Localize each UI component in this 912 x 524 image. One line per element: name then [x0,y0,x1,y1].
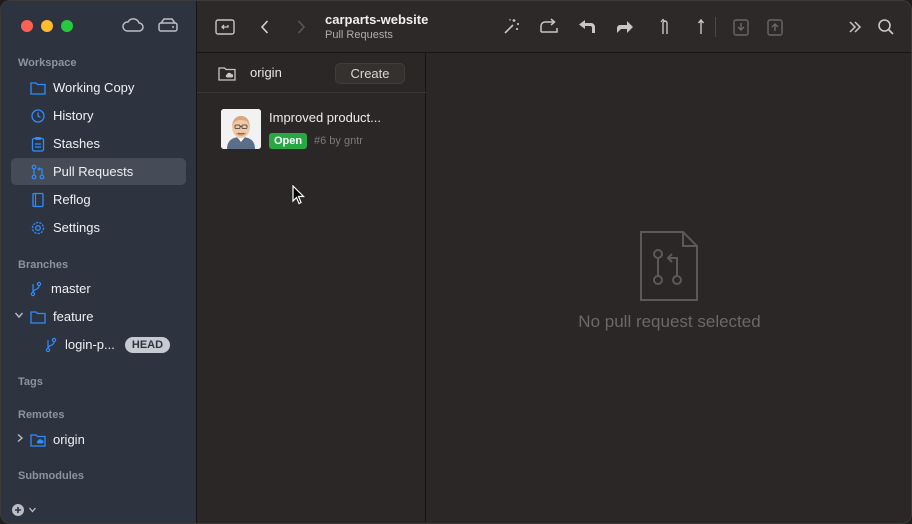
pull-request-icon [30,164,46,180]
drive-icon[interactable] [156,15,180,37]
forward-button[interactable] [289,15,313,39]
chevron-left-icon [260,20,269,34]
push-button[interactable] [537,15,561,39]
push-icon [540,18,558,33]
sidebar: Workspace Working Copy History Stashes P… [1,1,197,523]
status-badge: Open [269,133,308,149]
mouse-cursor-icon [292,184,306,205]
list-header: origin Create [197,53,426,93]
sidebar-item-pull-requests[interactable]: Pull Requests [11,158,186,185]
merge-icon [660,18,668,34]
zoom-window-button[interactable] [61,20,73,32]
sidebar-item-working-copy[interactable]: Working Copy [11,74,186,101]
sidebar-item-label: Working Copy [53,80,135,95]
search-button[interactable] [874,15,898,39]
pop-stash-button[interactable] [763,15,787,39]
sidebar-item-label: Settings [53,220,100,235]
window-controls [21,20,73,32]
sidebar-item-history[interactable]: History [11,102,186,129]
commit-button[interactable] [689,15,713,39]
branch-label: master [51,281,91,296]
remote-label: origin [53,432,85,447]
magic-wand-button[interactable] [499,15,523,39]
branches-section-label: Branches [18,259,69,271]
close-window-button[interactable] [21,20,33,32]
fetch-icon [617,21,633,33]
stash-button[interactable] [729,15,753,39]
branch-icon [28,281,44,297]
back-button[interactable] [253,15,277,39]
sidebar-item-label: Stashes [53,136,100,151]
branch-label: login-p... [65,337,115,352]
branch-item-master[interactable]: master [11,275,186,302]
stash-icon [733,19,749,36]
create-pull-request-button[interactable]: Create [335,63,405,84]
folder-icon [30,80,46,96]
repository-title: carparts-website [325,12,429,27]
sidebar-item-label: Reflog [53,192,91,207]
pop-stash-icon [767,19,783,36]
branch-item-login[interactable]: login-p... HEAD [11,331,186,358]
arrow-up-icon [697,18,705,34]
cloud-icon[interactable] [121,15,145,37]
pull-request-detail-pane: No pull request selected [426,53,911,523]
empty-state-message: No pull request selected [578,312,761,331]
plus-circle-icon [12,504,24,516]
gear-icon [30,220,46,236]
clipboard-icon [30,136,46,152]
add-menu-button[interactable] [11,503,37,517]
branch-folder-label: feature [53,309,94,324]
view-subtitle: Pull Requests [325,29,393,41]
pull-request-meta: #6 by gntr [314,135,363,147]
pull-button[interactable] [575,15,599,39]
submodules-section-label: Submodules [18,470,85,482]
sidebar-item-settings[interactable]: Settings [11,214,186,241]
sidebar-item-label: Pull Requests [53,164,134,179]
head-badge: HEAD [124,336,171,353]
remotes-section-label: Remotes [18,409,65,421]
toggle-sidebar-button[interactable] [213,15,237,39]
clock-icon [30,108,46,124]
search-icon [878,19,894,35]
sidebar-item-label: History [53,108,94,123]
pull-request-title: Improved product... [269,110,381,125]
branch-icon [43,337,59,353]
merge-button[interactable] [653,15,677,39]
sidebar-item-reflog[interactable]: Reflog [11,186,186,213]
remote-folder-icon [218,66,236,84]
app-window: Workspace Working Copy History Stashes P… [0,0,912,524]
pull-request-document-icon [639,230,699,302]
toolbar-separator [715,17,716,37]
branch-folder-feature[interactable]: feature [11,303,186,330]
sidebar-toggle-icon [215,19,235,35]
chevron-right-icon [297,20,306,34]
folder-icon [30,309,46,325]
toolbar: carparts-website Pull Requests [197,1,911,53]
book-icon [30,192,46,208]
avatar [221,109,261,149]
fetch-button[interactable] [613,15,637,39]
pull-request-row[interactable]: Improved product... Open #6 by gntr [197,101,426,157]
remote-selector[interactable]: origin [250,65,282,80]
remote-folder-icon [30,432,46,448]
remote-item-origin[interactable]: origin [11,426,186,453]
pull-icon [579,20,595,33]
more-tools-button[interactable] [843,15,867,39]
workspace-section-label: Workspace [18,57,77,69]
double-chevron-right-icon [849,21,862,33]
magic-wand-icon [504,19,519,34]
tags-section-label[interactable]: Tags [18,376,43,388]
chevron-down-icon [29,507,36,513]
minimize-window-button[interactable] [41,20,53,32]
sidebar-item-stashes[interactable]: Stashes [11,130,186,157]
pull-request-list-pane: origin Create Improved product... Open #… [197,53,426,523]
